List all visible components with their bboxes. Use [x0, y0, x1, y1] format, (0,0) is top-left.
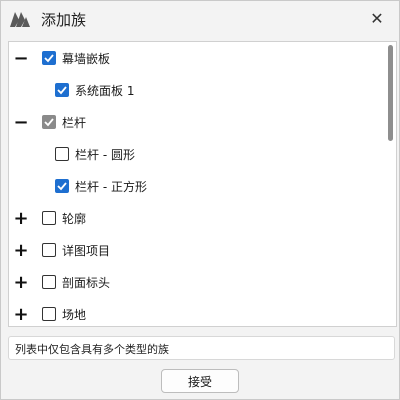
checkbox[interactable] — [55, 147, 69, 161]
tree-item-label: 幕墙嵌板 — [62, 52, 111, 66]
add-family-dialog: 添加族 ✕ − 幕墙嵌板 系统面板 1 − 栏杆 栏杆 - 圆形 栏杆 - 正方… — [0, 0, 400, 400]
checkbox[interactable] — [42, 51, 56, 65]
expand-icon[interactable]: + — [13, 209, 29, 229]
checkbox[interactable] — [42, 307, 56, 321]
tree-item-label: 栏杆 — [62, 116, 87, 130]
checkbox[interactable] — [55, 179, 69, 193]
expand-icon[interactable]: + — [13, 241, 29, 261]
status-bar: 列表中仅包含具有多个类型的族 — [8, 336, 395, 360]
tree-item-label: 栏杆 - 正方形 — [75, 180, 147, 194]
tree-item-label: 场地 — [62, 308, 87, 322]
status-text: 列表中仅包含具有多个类型的族 — [15, 343, 169, 356]
app-logo-icon — [10, 12, 30, 27]
checkbox[interactable] — [42, 115, 56, 129]
tree-item-label: 剖面标头 — [62, 276, 111, 290]
tree-item-label: 栏杆 - 圆形 — [75, 148, 135, 162]
collapse-icon[interactable]: − — [13, 113, 29, 133]
family-tree[interactable]: − 幕墙嵌板 系统面板 1 − 栏杆 栏杆 - 圆形 栏杆 - 正方形 + 轮廓… — [8, 41, 397, 327]
tree-row[interactable]: − 幕墙嵌板 — [9, 47, 379, 71]
tree-item-label: 系统面板 1 — [75, 84, 135, 98]
checkbox[interactable] — [55, 83, 69, 97]
tree-row[interactable]: + 剖面标头 — [9, 271, 379, 295]
tree-row[interactable]: 系统面板 1 — [9, 79, 379, 103]
tree-row[interactable]: + 轮廓 — [9, 207, 379, 231]
close-icon[interactable]: ✕ — [365, 7, 389, 29]
accept-button[interactable]: 接受 — [161, 369, 239, 393]
tree-row[interactable]: + 场地 — [9, 303, 379, 326]
checkbox[interactable] — [42, 211, 56, 225]
tree-row[interactable]: − 栏杆 — [9, 111, 379, 135]
title-bar: 添加族 ✕ — [1, 1, 399, 35]
expand-icon[interactable]: + — [13, 305, 29, 325]
checkbox[interactable] — [42, 275, 56, 289]
tree-item-label: 轮廓 — [62, 212, 87, 226]
tree-row[interactable]: + 详图项目 — [9, 239, 379, 263]
collapse-icon[interactable]: − — [13, 49, 29, 69]
expand-icon[interactable]: + — [13, 273, 29, 293]
checkbox[interactable] — [42, 243, 56, 257]
tree-row[interactable]: 栏杆 - 正方形 — [9, 175, 379, 199]
window-title: 添加族 — [41, 11, 87, 29]
tree-row[interactable]: 栏杆 - 圆形 — [9, 143, 379, 167]
vertical-scrollbar-thumb[interactable] — [388, 45, 393, 141]
tree-item-label: 详图项目 — [62, 244, 111, 258]
